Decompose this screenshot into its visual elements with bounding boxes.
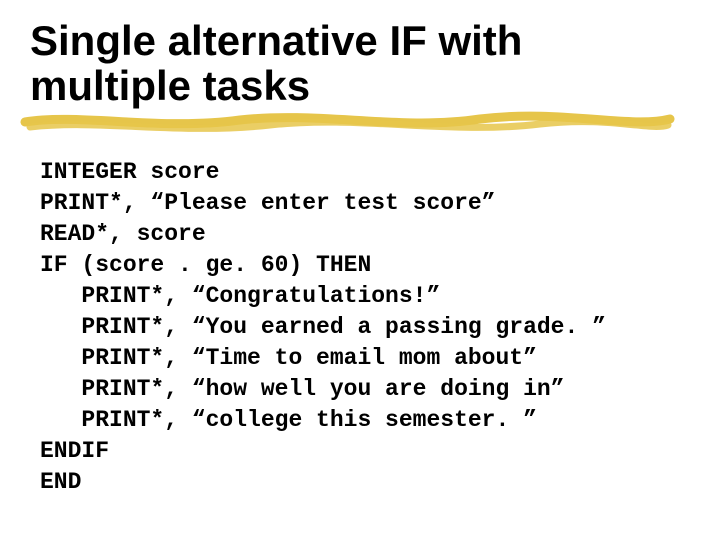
title-line-1: Single alternative IF with bbox=[30, 17, 522, 64]
scribble-underline-icon bbox=[20, 107, 680, 137]
code-line: READ*, score bbox=[40, 221, 206, 247]
code-line: ENDIF bbox=[40, 438, 109, 464]
code-line: IF (score . ge. 60) THEN bbox=[40, 252, 371, 278]
code-line: PRINT*, “You earned a passing grade. ” bbox=[40, 314, 606, 340]
code-line: PRINT*, “Congratulations!” bbox=[40, 283, 440, 309]
slide-title: Single alternative IF with multiple task… bbox=[30, 18, 690, 109]
code-line: PRINT*, “college this semester. ” bbox=[40, 407, 537, 433]
code-line: PRINT*, “Please enter test score” bbox=[40, 190, 495, 216]
code-block: INTEGER score PRINT*, “Please enter test… bbox=[40, 157, 690, 499]
code-line: INTEGER score bbox=[40, 159, 219, 185]
code-line: PRINT*, “Time to email mom about” bbox=[40, 345, 537, 371]
title-line-2: multiple tasks bbox=[30, 62, 310, 109]
slide: Single alternative IF with multiple task… bbox=[0, 0, 720, 540]
code-line: END bbox=[40, 469, 81, 495]
title-underline bbox=[30, 113, 690, 139]
code-line: PRINT*, “how well you are doing in” bbox=[40, 376, 565, 402]
